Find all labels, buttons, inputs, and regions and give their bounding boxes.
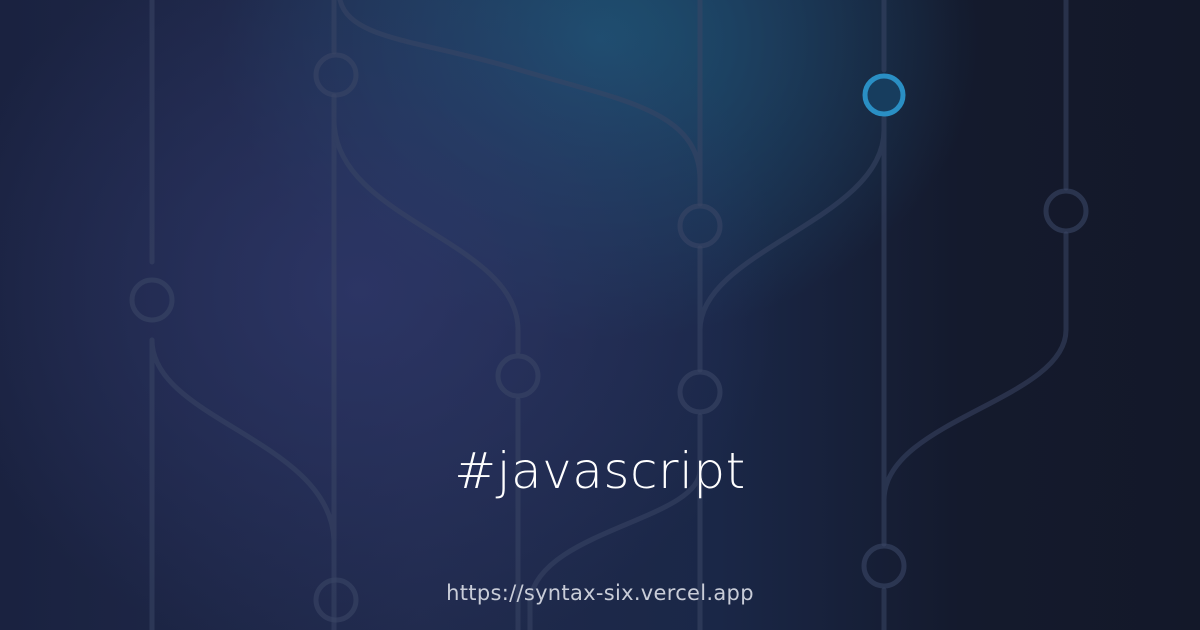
branch-line	[331, 117, 521, 355]
commit-node-icon	[677, 203, 723, 249]
commit-node-icon	[1043, 188, 1089, 234]
branch-line	[697, 115, 887, 333]
site-url: https://syntax-six.vercel.app	[446, 581, 754, 605]
highlighted-commit-node-icon	[862, 73, 906, 117]
social-card: #javascript https://syntax-six.vercel.ap…	[0, 0, 1200, 630]
git-branch-graph-background	[129, 0, 1089, 630]
commit-node-icon	[677, 369, 723, 415]
commit-node-icon	[313, 52, 359, 98]
topic-tag: #javascript	[454, 442, 746, 500]
commit-node-icon	[495, 353, 541, 399]
branch-line	[337, 0, 703, 207]
commit-node-icon	[129, 277, 175, 323]
